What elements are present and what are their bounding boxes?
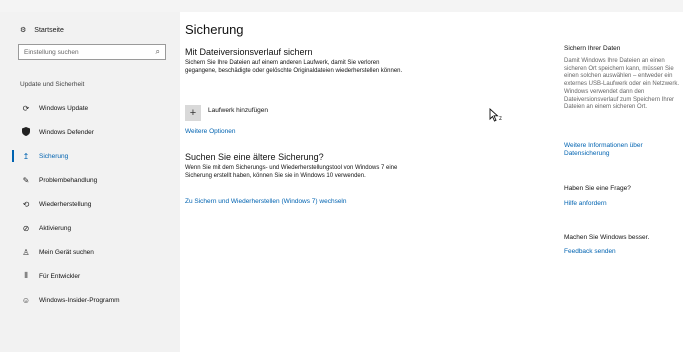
- sidebar-item-windows-insider[interactable]: ☺ Windows-Insider-Programm: [12, 288, 180, 312]
- get-help-link[interactable]: Hilfe anfordern: [564, 200, 682, 208]
- check-circle-icon: ⊘: [22, 223, 30, 233]
- more-options-link[interactable]: Weitere Optionen: [185, 128, 235, 135]
- sidebar-item-label: Mein Gerät suchen: [39, 248, 94, 256]
- gear-icon: ⚙: [20, 27, 27, 34]
- sidebar-item-wiederherstellung[interactable]: ⟲ Wiederherstellung: [12, 192, 180, 216]
- add-drive-button[interactable]: + Laufwerk hinzufügen: [185, 105, 268, 121]
- file-history-description: Sichern Sie Ihre Dateien auf einem ander…: [185, 60, 403, 74]
- sidebar-item-fuer-entwickler[interactable]: ⫴ Für Entwickler: [12, 264, 180, 288]
- feedback-heading: Machen Sie Windows besser.: [564, 234, 650, 241]
- home-link[interactable]: ⚙ Startseite: [20, 26, 64, 35]
- search-box[interactable]: ⌕: [18, 44, 166, 60]
- home-label: Startseite: [34, 26, 64, 34]
- question-heading: Haben Sie eine Frage?: [564, 185, 631, 192]
- backup-arrow-icon: ↥: [22, 151, 30, 161]
- file-history-heading: Mit Dateiversionsverlauf sichern: [185, 47, 313, 57]
- refresh-icon: ⟳: [22, 103, 30, 113]
- sidebar-item-label: Für Entwickler: [39, 272, 81, 280]
- mouse-cursor-icon: z: [489, 108, 502, 122]
- history-icon: ⟲: [22, 199, 30, 209]
- title-bar: [0, 0, 683, 12]
- sidebar-nav: ⟳ Windows Update Windows Defender ↥ Sich…: [12, 96, 180, 312]
- sidebar-item-label: Windows Update: [39, 104, 89, 112]
- search-icon[interactable]: ⌕: [156, 47, 160, 57]
- older-backup-heading: Suchen Sie eine ältere Sicherung?: [185, 152, 324, 162]
- developer-tools-icon: ⫴: [24, 271, 28, 280]
- svg-text:z: z: [499, 116, 502, 122]
- sidebar-item-windows-defender[interactable]: Windows Defender: [12, 120, 180, 144]
- insider-smile-icon: ☺: [21, 295, 31, 305]
- secure-data-heading: Sichern Ihrer Daten: [564, 45, 621, 52]
- sidebar-item-label: Sicherung: [39, 152, 69, 160]
- plus-icon: +: [185, 105, 201, 121]
- wrench-icon: ✎: [22, 175, 30, 185]
- sidebar-item-aktivierung[interactable]: ⊘ Aktivierung: [12, 216, 180, 240]
- secure-data-text: Damit Windows Ihre Dateien an einen sich…: [564, 58, 680, 111]
- sidebar-item-mein-geraet-suchen[interactable]: ♙ Mein Gerät suchen: [12, 240, 180, 264]
- sidebar-item-label: Windows Defender: [39, 128, 94, 136]
- sidebar-item-sicherung[interactable]: ↥ Sicherung: [12, 144, 180, 168]
- search-input[interactable]: [24, 48, 156, 56]
- section-label: Update und Sicherheit: [20, 81, 85, 88]
- windows7-backup-link[interactable]: Zu Sichern und Wiederherstellen (Windows…: [185, 198, 347, 205]
- page-title: Sicherung: [185, 22, 244, 37]
- sidebar-item-label: Problembehandlung: [39, 176, 98, 184]
- person-locate-icon: ♙: [22, 247, 30, 257]
- add-drive-label: Laufwerk hinzufügen: [208, 106, 268, 114]
- older-backup-description: Wenn Sie mit dem Sicherungs- und Wiederh…: [185, 165, 398, 179]
- sidebar-item-label: Aktivierung: [39, 224, 72, 232]
- sidebar-item-problembehandlung[interactable]: ✎ Problembehandlung: [12, 168, 180, 192]
- send-feedback-link[interactable]: Feedback senden: [564, 248, 682, 256]
- sidebar-item-label: Wiederherstellung: [39, 200, 92, 208]
- more-info-backup-link[interactable]: Weitere Informationen über Datensicherun…: [564, 142, 682, 158]
- sidebar-item-label: Windows-Insider-Programm: [39, 296, 120, 304]
- sidebar-item-windows-update[interactable]: ⟳ Windows Update: [12, 96, 180, 120]
- shield-icon: [20, 126, 32, 138]
